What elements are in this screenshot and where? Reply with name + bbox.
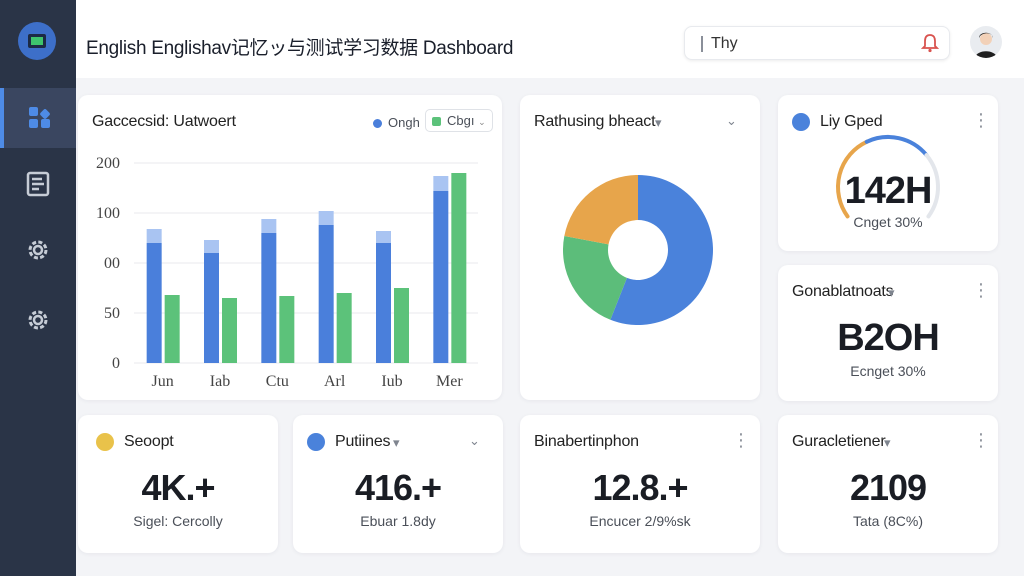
x-tick-label: Iab	[210, 373, 230, 390]
bar	[261, 233, 277, 363]
sidebar-item-dashboard[interactable]	[0, 88, 76, 148]
y-tick-label: 200	[96, 155, 120, 172]
sidebar-item-preferences[interactable]	[0, 290, 76, 350]
x-tick-label: Mer	[436, 373, 463, 390]
gauge-card: Liy Gped ⋮ 142H Cnget 30%	[778, 95, 998, 251]
bar-cap	[261, 219, 277, 233]
sidebar	[0, 0, 76, 576]
gauge-sub: Cnget 30%	[853, 214, 923, 230]
bar	[146, 243, 162, 363]
stat-sub: Ecnget 30%	[850, 363, 926, 379]
y-tick-label: 0	[112, 355, 120, 372]
top-bar: English Englishav记忆ッ与测试学习数据 Dashboard Th…	[76, 0, 1024, 78]
stat-value: 416.+	[354, 467, 442, 508]
stat-sub: Tata (8C%)	[852, 513, 924, 529]
bar	[204, 253, 219, 363]
bar	[451, 173, 467, 363]
stat-card: Guracletiener ▾ ⋮ 2109 Tata (8C%)	[778, 415, 998, 553]
status-dot	[96, 433, 114, 451]
stat-card: Putiines ▾ ⌄ 416.+ Ebuar 1.8dy	[293, 415, 503, 553]
bell-icon[interactable]	[921, 33, 939, 53]
x-tick-label: Jun	[152, 373, 174, 390]
stat-sub: Sigel: Cercolly	[133, 513, 223, 529]
user-avatar-icon	[975, 32, 997, 58]
bar-cap	[204, 240, 219, 253]
stat-card: Gonablatnoats ▾ ⋮ B2OH Ecnget 30%	[778, 265, 998, 401]
bar-cap	[318, 211, 334, 225]
y-tick-label: 100	[96, 205, 120, 222]
bar	[318, 225, 334, 363]
page-title: English Englishav记忆ッ与测试学习数据 Dashboard	[86, 38, 514, 59]
x-tick-label: Arl	[324, 373, 346, 390]
sidebar-item-settings[interactable]	[0, 220, 76, 280]
gauge-arc	[864, 135, 929, 158]
donut-chart	[563, 175, 714, 325]
bar	[222, 298, 237, 363]
document-icon	[26, 171, 50, 197]
bar	[279, 296, 295, 363]
stat-value: 2109	[849, 467, 927, 508]
stat-sub: Encucer 2/9%sk	[589, 513, 691, 529]
dashboard-icon	[29, 107, 50, 128]
x-tick-label: Iub	[381, 373, 402, 390]
x-tick-label: Ctu	[266, 373, 289, 390]
bar	[336, 293, 352, 363]
status-dot	[307, 433, 325, 451]
bar	[394, 288, 409, 363]
avatar[interactable]	[970, 26, 1002, 58]
stat-value: 12.8.+	[592, 467, 688, 508]
chevron-down-icon[interactable]: ▾	[888, 285, 895, 301]
more-options-icon[interactable]: ⋮	[972, 431, 990, 449]
stat-value: B2OH	[837, 317, 940, 359]
more-options-icon[interactable]: ⋮	[972, 281, 990, 299]
gear-icon	[28, 310, 48, 330]
bar-cap	[376, 231, 391, 243]
stat-card-title: Seoopt	[124, 433, 174, 450]
chevron-down-icon[interactable]: ▾	[884, 435, 891, 451]
chevron-down-icon[interactable]: ▾	[393, 435, 400, 451]
gear-icon	[28, 240, 48, 260]
bar-cap	[433, 176, 449, 191]
stat-card-title: Guracletiener	[792, 433, 886, 450]
stat-sub: Ebuar 1.8dy	[360, 513, 436, 529]
bar-cap	[146, 229, 162, 243]
gauge-value: 142H	[844, 170, 933, 212]
bar-chart-card: Gaccecsid: Uatwoert Ongh Cbgı ⌄ 200 100 00…	[78, 95, 502, 400]
y-tick-label: 50	[104, 305, 120, 322]
bar	[164, 295, 180, 363]
chevron-down-icon[interactable]: ⌄	[469, 433, 480, 449]
stat-card-title: Putiines	[335, 433, 391, 450]
search-value: Thy	[711, 35, 738, 52]
bar-chart: 200 100 00 50 0 Jun Iab Ctu Arl Iub Mer	[96, 155, 478, 390]
more-options-icon[interactable]: ⋮	[732, 431, 750, 449]
donut-chart-card: Rathusing bheact ▾ ⌄	[520, 95, 760, 400]
search-input[interactable]: Thy	[684, 26, 950, 60]
stat-card-title: Binabertinphon	[534, 433, 639, 450]
bar	[376, 243, 391, 363]
donut-slice	[564, 175, 638, 245]
stat-card: Seoopt 4K.+ Sigel: Cercolly	[78, 415, 278, 553]
bar	[433, 191, 449, 363]
y-tick-label: 00	[104, 255, 120, 272]
text-cursor	[701, 36, 703, 52]
stat-card: Binabertinphon ⋮ 12.8.+ Encucer 2/9%sk	[520, 415, 760, 553]
stat-card-title: Gonablatnoats	[792, 283, 894, 300]
app-logo[interactable]	[18, 22, 56, 60]
stat-value: 4K.+	[141, 467, 215, 508]
sidebar-item-documents[interactable]	[0, 154, 76, 214]
